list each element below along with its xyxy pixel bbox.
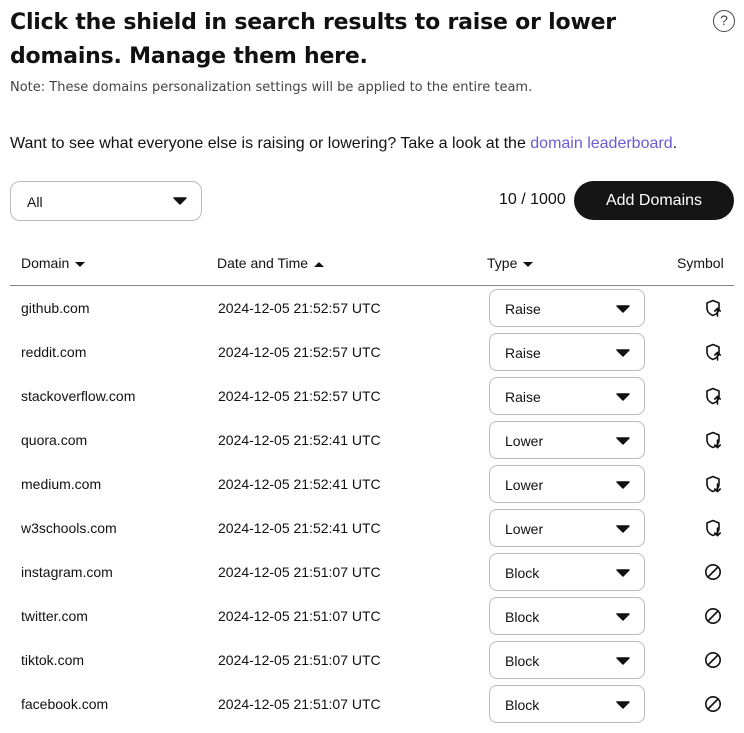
- table-row: facebook.com 2024-12-05 21:51:07 UTC Block: [0, 682, 744, 726]
- column-header-type-label: Type: [487, 255, 518, 271]
- chevron-down-icon: [616, 525, 630, 533]
- table-row: instagram.com 2024-12-05 21:51:07 UTC Bloc…: [0, 550, 744, 594]
- table-row: github.com 2024-12-05 21:52:57 UTC Raise: [0, 286, 744, 330]
- shield-up-icon: [706, 343, 721, 361]
- leaderboard-prefix: Want to see what everyone else is raisin…: [10, 135, 531, 152]
- date-cell: 2024-12-05 21:51:07 UTC: [218, 696, 381, 712]
- leaderboard-link[interactable]: domain leaderboard: [530, 135, 672, 152]
- column-header-date[interactable]: Date and Time: [217, 255, 325, 271]
- domain-cell: medium.com: [21, 476, 102, 492]
- column-header-date-label: Date and Time: [217, 255, 309, 271]
- chevron-down-icon: [616, 701, 630, 709]
- type-select[interactable]: Lower: [489, 421, 645, 459]
- shield-up-icon: [706, 387, 721, 405]
- leaderboard-prompt: Want to see what everyone else is raisin…: [10, 135, 677, 153]
- date-cell: 2024-12-05 21:52:57 UTC: [218, 344, 381, 360]
- chevron-down-icon: [616, 657, 630, 665]
- type-select[interactable]: Raise: [489, 377, 645, 415]
- domain-cell: reddit.com: [21, 344, 87, 360]
- page-title: Click the shield in search results to ra…: [10, 10, 616, 69]
- type-select[interactable]: Raise: [489, 289, 645, 327]
- help-icon[interactable]: ?: [713, 10, 735, 32]
- date-cell: 2024-12-05 21:52:57 UTC: [218, 300, 381, 316]
- domain-cell: quora.com: [21, 432, 88, 448]
- type-select[interactable]: Block: [489, 597, 645, 635]
- domain-cell: w3schools.com: [21, 520, 117, 536]
- domain-cell: instagram.com: [21, 564, 113, 580]
- domain-cell: tiktok.com: [21, 652, 85, 668]
- type-value: Lower: [505, 433, 544, 449]
- shield-down-icon: [706, 475, 721, 493]
- domain-cell: facebook.com: [21, 696, 109, 712]
- date-cell: 2024-12-05 21:51:07 UTC: [218, 652, 381, 668]
- chevron-down-icon: [616, 481, 630, 489]
- date-cell: 2024-12-05 21:51:07 UTC: [218, 564, 381, 580]
- type-select[interactable]: Block: [489, 685, 645, 723]
- chevron-down-icon: [616, 393, 630, 401]
- chevron-down-icon: [616, 305, 630, 313]
- date-cell: 2024-12-05 21:51:07 UTC: [218, 608, 381, 624]
- table-row: reddit.com 2024-12-05 21:52:57 UTC Raise: [0, 330, 744, 374]
- type-value: Raise: [505, 301, 541, 317]
- shield-down-icon: [706, 431, 721, 449]
- column-header-domain[interactable]: Domain: [21, 255, 86, 271]
- table-row: medium.com 2024-12-05 21:52:41 UTC Lower: [0, 462, 744, 506]
- chevron-down-icon: [616, 349, 630, 357]
- chevron-down-icon: [616, 613, 630, 621]
- type-value: Block: [505, 565, 540, 581]
- column-header-symbol: Symbol: [677, 255, 724, 271]
- type-value: Lower: [505, 477, 544, 493]
- leaderboard-suffix: .: [672, 135, 678, 152]
- domain-cell: stackoverflow.com: [21, 388, 136, 404]
- type-select[interactable]: Lower: [489, 509, 645, 547]
- date-cell: 2024-12-05 21:52:41 UTC: [218, 432, 381, 448]
- type-select[interactable]: Lower: [489, 465, 645, 503]
- filter-value: All: [27, 194, 43, 210]
- domain-cell: twitter.com: [21, 608, 88, 624]
- table-row: twitter.com 2024-12-05 21:51:07 UTC Block: [0, 594, 744, 638]
- type-filter-select[interactable]: All: [10, 181, 202, 221]
- table-row: stackoverflow.com 2024-12-05 21:52:57 UTC…: [0, 374, 744, 418]
- date-cell: 2024-12-05 21:52:41 UTC: [218, 520, 381, 536]
- block-icon: [705, 564, 721, 580]
- shield-down-icon: [706, 519, 721, 537]
- type-value: Raise: [505, 345, 541, 361]
- date-cell: 2024-12-05 21:52:57 UTC: [218, 388, 381, 404]
- chevron-down-icon: [616, 437, 630, 445]
- table-row: w3schools.com 2024-12-05 21:52:41 UTC Lowe…: [0, 506, 744, 550]
- block-icon: [705, 652, 721, 668]
- type-value: Raise: [505, 389, 541, 405]
- domain-cell: github.com: [21, 300, 90, 316]
- chevron-down-icon: [173, 197, 187, 205]
- type-select[interactable]: Block: [489, 641, 645, 679]
- add-domains-button[interactable]: Add Domains: [574, 181, 734, 220]
- type-value: Lower: [505, 521, 544, 537]
- chevron-down-icon: [616, 569, 630, 577]
- column-header-domain-label: Domain: [21, 255, 70, 271]
- team-note: Note: These domains personalization sett…: [10, 80, 533, 95]
- table-row: tiktok.com 2024-12-05 21:51:07 UTC Block: [0, 638, 744, 682]
- type-value: Block: [505, 697, 540, 713]
- type-select[interactable]: Block: [489, 553, 645, 591]
- sort-down-icon: [75, 261, 86, 267]
- type-value: Block: [505, 653, 540, 669]
- block-icon: [705, 696, 721, 712]
- domain-count: 10 / 1000: [499, 191, 566, 208]
- shield-up-icon: [706, 299, 721, 317]
- column-header-type[interactable]: Type: [487, 255, 534, 271]
- type-select[interactable]: Raise: [489, 333, 645, 371]
- block-icon: [705, 608, 721, 624]
- date-cell: 2024-12-05 21:52:41 UTC: [218, 476, 381, 492]
- sort-up-icon: [314, 261, 325, 267]
- type-value: Block: [505, 609, 540, 625]
- table-row: quora.com 2024-12-05 21:52:41 UTC Lower: [0, 418, 744, 462]
- sort-down-icon: [523, 261, 534, 267]
